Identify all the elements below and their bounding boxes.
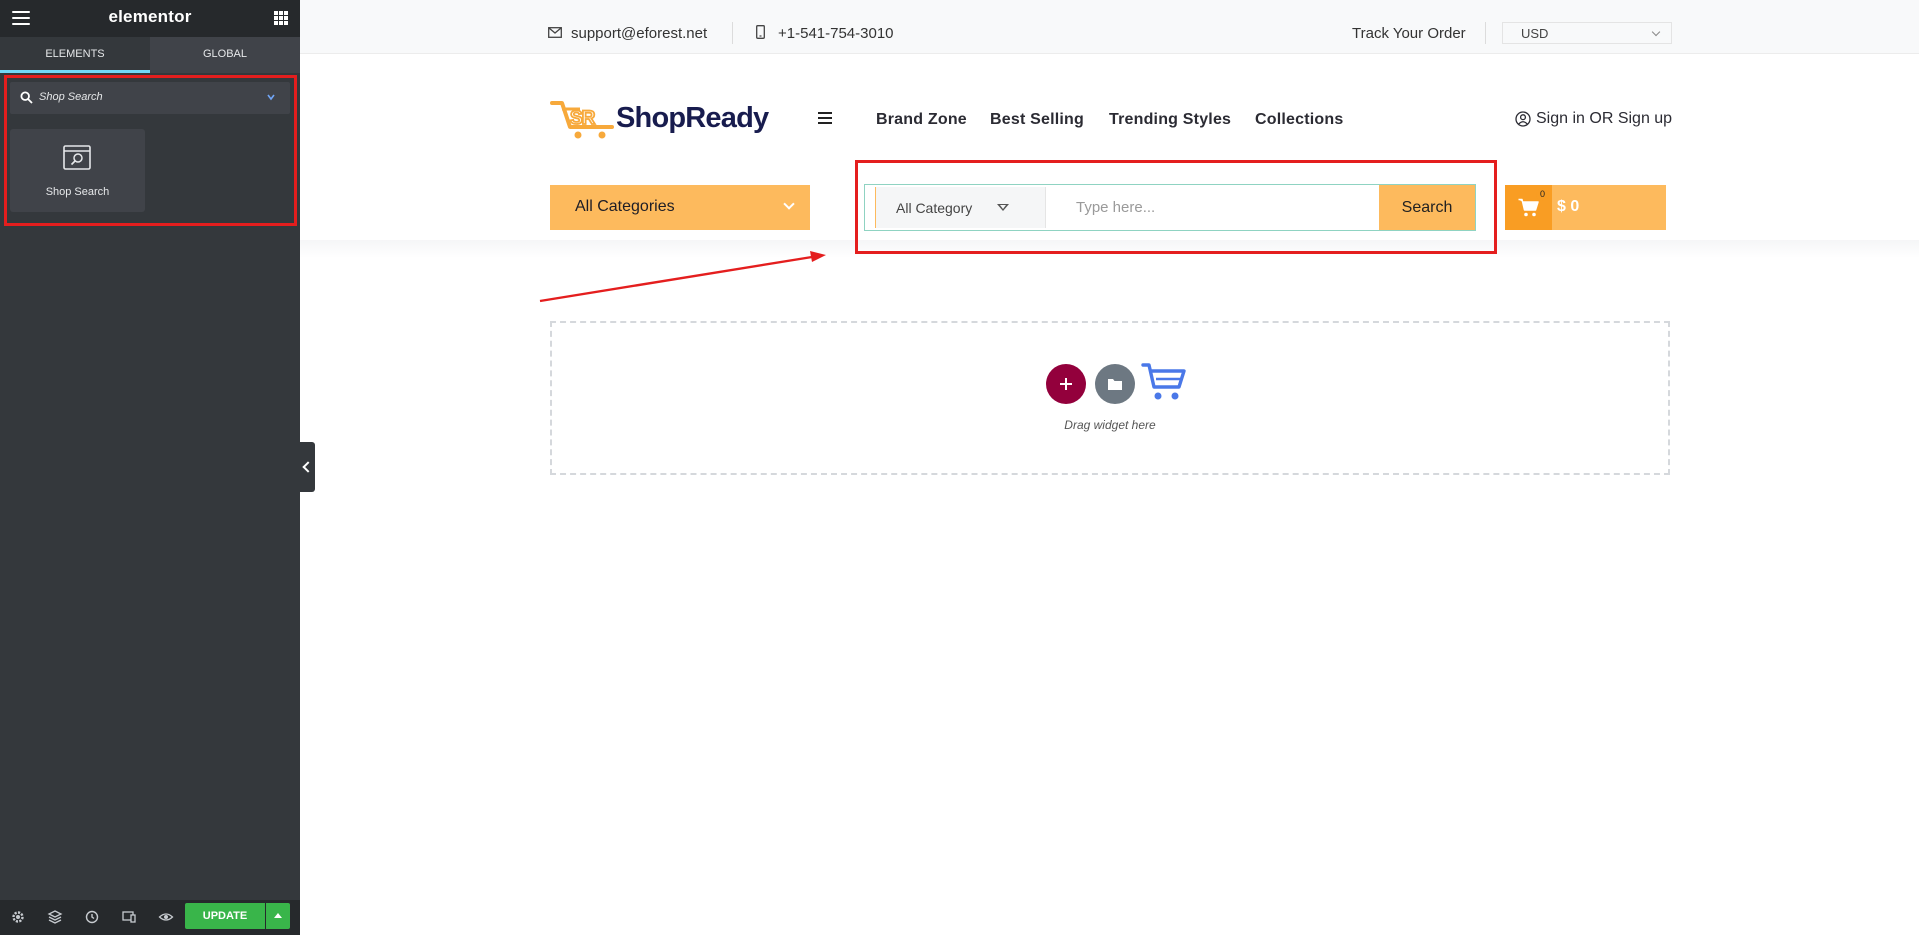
preview-eye-icon[interactable] <box>158 909 174 925</box>
shopready-cart-icon[interactable] <box>1141 361 1187 403</box>
collapse-panel-toggle[interactable] <box>300 442 315 492</box>
panel-header: elementor <box>0 0 300 37</box>
phone-icon <box>756 25 765 39</box>
currency-value: USD <box>1521 26 1549 41</box>
tab-elements[interactable]: ELEMENTS <box>0 37 150 73</box>
responsive-mode-icon[interactable] <box>121 909 137 925</box>
mini-cart[interactable]: 0 $ 0 <box>1505 185 1666 230</box>
panel-title: elementor <box>108 7 192 26</box>
panel-tabs: ELEMENTS GLOBAL <box>0 37 300 73</box>
annotation-highlight-box <box>855 160 1497 254</box>
cart-icon-box: 0 <box>1505 185 1552 230</box>
folder-icon <box>1108 379 1122 390</box>
all-categories-label: All Categories <box>575 198 675 215</box>
update-button[interactable]: UPDATE <box>185 903 265 929</box>
support-phone[interactable]: +1-541-754-3010 <box>778 25 894 42</box>
cart-total: $ 0 <box>1557 198 1580 215</box>
site-topbar: support@eforest.net +1-541-754-3010 Trac… <box>300 0 1919 54</box>
annotation-arrow <box>539 251 826 303</box>
empty-section-drop-zone[interactable]: Drag widget here <box>550 321 1670 475</box>
chevron-down-icon <box>1651 27 1661 37</box>
annotation-highlight-box <box>4 75 297 226</box>
navigator-layers-icon[interactable] <box>47 909 63 925</box>
nav-best-selling[interactable]: Best Selling <box>990 111 1084 129</box>
nav-brand-zone[interactable]: Brand Zone <box>876 111 967 129</box>
user-circle-icon <box>1515 111 1531 127</box>
signin-text: Sign in OR Sign up <box>1536 110 1673 127</box>
history-icon[interactable] <box>84 909 100 925</box>
cart-count-badge: 0 <box>1536 188 1549 201</box>
template-library-button[interactable] <box>1095 364 1135 404</box>
logo-text[interactable]: ShopReady <box>616 102 769 135</box>
shopping-cart-icon <box>1518 198 1539 217</box>
all-categories-dropdown[interactable]: All Categories <box>550 185 810 230</box>
nav-collections[interactable]: Collections <box>1255 111 1343 129</box>
email-icon <box>548 27 562 38</box>
nav-hamburger-icon[interactable] <box>818 112 832 124</box>
chevron-down-icon <box>783 198 795 210</box>
drop-zone-label: Drag widget here <box>1064 418 1156 432</box>
nav-trending-styles[interactable]: Trending Styles <box>1109 111 1231 129</box>
elementor-panel: elementor ELEMENTS GLOBAL Shop Search Sh… <box>0 0 300 935</box>
widgets-grid-icon[interactable] <box>274 11 288 25</box>
track-order-link[interactable]: Track Your Order <box>1352 25 1466 42</box>
settings-icon[interactable] <box>10 909 26 925</box>
tab-global[interactable]: GLOBAL <box>150 37 300 73</box>
add-section-button[interactable] <box>1046 364 1086 404</box>
svg-text:SR: SR <box>570 108 596 129</box>
update-options-caret-icon[interactable] <box>266 903 290 929</box>
currency-select[interactable]: USD <box>1502 22 1672 44</box>
support-email[interactable]: support@eforest.net <box>571 25 707 42</box>
